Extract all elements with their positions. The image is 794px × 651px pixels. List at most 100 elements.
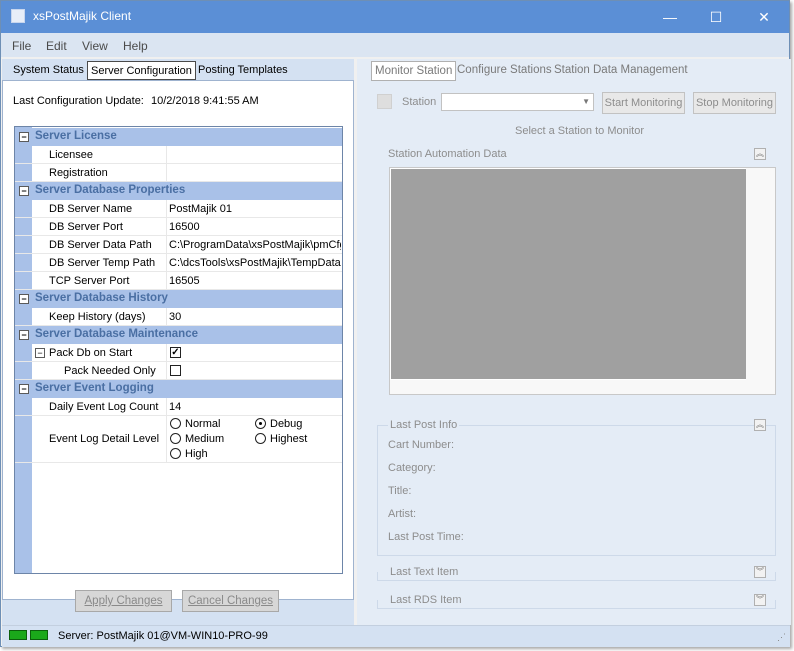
automation-data-area [389, 167, 776, 395]
prop-key: Daily Event Log Count [49, 401, 159, 413]
radio-highest[interactable]: Highest [255, 433, 307, 445]
station-dropdown[interactable]: ▼ [441, 93, 594, 111]
automation-data-view [391, 169, 746, 379]
category-title: Server Database Properties [35, 184, 186, 196]
category-db-properties[interactable]: − Server Database Properties [15, 182, 342, 200]
prop-value[interactable]: 16505 [169, 275, 341, 287]
tab-system-status[interactable]: System Status [10, 61, 87, 80]
prop-value[interactable]: 16500 [169, 221, 341, 233]
select-station-hint: Select a Station to Monitor [515, 125, 645, 137]
prop-row-db-server-name[interactable]: DB Server Name PostMajik 01 [15, 200, 342, 218]
close-button[interactable]: ✕ [741, 1, 787, 33]
title-bar[interactable]: xsPostMajik Client — ☐ ✕ [1, 1, 789, 33]
app-window: xsPostMajik Client — ☐ ✕ File Edit View … [0, 0, 791, 647]
prop-row-tcp-port[interactable]: TCP Server Port 16505 [15, 272, 342, 290]
menu-file[interactable]: File [12, 39, 31, 53]
prop-row-event-count[interactable]: Daily Event Log Count 14 [15, 398, 342, 416]
last-text-title: Last Text Item [388, 566, 461, 578]
prop-row-pack-db[interactable]: − Pack Db on Start ✓ [15, 344, 342, 362]
chevron-down-icon: ▼ [582, 97, 590, 106]
vertical-scrollbar[interactable] [746, 168, 775, 394]
stop-monitoring-button[interactable]: Stop Monitoring [693, 92, 776, 114]
category-db-maintenance[interactable]: − Server Database Maintenance [15, 326, 342, 344]
last-update-label: Last Configuration Update: [13, 95, 144, 107]
pack-db-checkbox[interactable]: ✓ [170, 347, 181, 358]
collapse-icon[interactable]: − [19, 186, 29, 196]
collapse-icon[interactable]: − [19, 132, 29, 142]
prop-key: Event Log Detail Level [49, 433, 160, 445]
prop-key: DB Server Port [49, 221, 123, 233]
property-grid: − Server License Licensee Registration − S… [14, 126, 343, 574]
menu-bar: File Edit View Help [1, 33, 789, 86]
category-label: Category: [388, 462, 436, 474]
category-title: Server License [35, 130, 117, 142]
collapse-icon[interactable]: − [35, 348, 45, 358]
prop-key: Keep History (days) [49, 311, 146, 323]
tab-station-data-management[interactable]: Station Data Management [551, 61, 691, 81]
tab-configure-stations[interactable]: Configure Stations [454, 61, 555, 81]
resize-grip-icon[interactable]: ⋰ [777, 632, 786, 643]
maximize-button[interactable]: ☐ [693, 1, 739, 33]
prop-value[interactable]: PostMajik 01 [169, 203, 341, 215]
tab-monitor-station[interactable]: Monitor Station [371, 61, 457, 81]
minimize-button[interactable]: — [647, 1, 693, 33]
last-post-time-label: Last Post Time: [388, 531, 464, 543]
prop-row-registration[interactable]: Registration [15, 164, 342, 182]
prop-key: Licensee [49, 149, 94, 161]
last-update-value: 10/2/2018 9:41:55 AM [151, 95, 259, 107]
horizontal-scrollbar[interactable] [390, 380, 775, 394]
prop-row-db-data-path[interactable]: DB Server Data Path C:\ProgramData\xsPost… [15, 236, 342, 254]
cart-number-label: Cart Number: [388, 439, 455, 451]
prop-key: Pack Needed Only [64, 365, 156, 377]
title-label: Title: [388, 485, 412, 497]
menu-help[interactable]: Help [123, 39, 148, 53]
category-title: Server Database History [35, 292, 168, 304]
pack-needed-checkbox[interactable] [170, 365, 181, 376]
station-checkbox[interactable] [377, 94, 392, 109]
prop-row-licensee[interactable]: Licensee [15, 146, 342, 164]
prop-key: DB Server Temp Path [49, 257, 156, 269]
station-label: Station [402, 96, 437, 108]
cancel-changes-button[interactable]: Cancel Changes [182, 590, 279, 612]
prop-key: DB Server Name [49, 203, 133, 215]
category-db-history[interactable]: − Server Database History [15, 290, 342, 308]
prop-value[interactable]: C:\dcsTools\xsPostMajik\TempData [169, 257, 341, 269]
expand-down-icon[interactable]: ︾ [754, 594, 766, 606]
app-icon [11, 9, 25, 23]
prop-row-db-temp-path[interactable]: DB Server Temp Path C:\dcsTools\xsPostMaj… [15, 254, 342, 272]
collapse-up-icon[interactable]: ︽ [754, 419, 766, 431]
apply-changes-button[interactable]: Apply Changes [75, 590, 172, 612]
category-title: Server Database Maintenance [35, 328, 198, 340]
prop-value[interactable]: 30 [169, 311, 341, 323]
radio-medium[interactable]: Medium [170, 433, 224, 445]
last-post-title: Last Post Info [388, 419, 460, 431]
left-panel: System Status Server Configuration Posti… [2, 59, 354, 625]
prop-value[interactable]: C:\ProgramData\xsPostMajik\pmCfg [169, 239, 341, 251]
radio-normal[interactable]: Normal [170, 418, 220, 430]
start-monitoring-button[interactable]: Start Monitoring [602, 92, 685, 114]
prop-row-db-server-port[interactable]: DB Server Port 16500 [15, 218, 342, 236]
radio-debug[interactable]: Debug [255, 418, 302, 430]
prop-value[interactable]: 14 [169, 401, 341, 413]
collapse-icon[interactable]: − [19, 330, 29, 340]
prop-row-pack-needed[interactable]: Pack Needed Only [15, 362, 342, 380]
category-event-logging[interactable]: − Server Event Logging [15, 380, 342, 398]
collapse-up-icon[interactable]: ︽ [754, 148, 766, 160]
collapse-icon[interactable]: − [19, 384, 29, 394]
menu-edit[interactable]: Edit [46, 39, 67, 53]
automation-title: Station Automation Data [388, 148, 507, 160]
prop-key: Registration [49, 167, 108, 179]
tab-posting-templates[interactable]: Posting Templates [195, 61, 291, 80]
radio-high[interactable]: High [170, 448, 208, 460]
collapse-icon[interactable]: − [19, 294, 29, 304]
tab-server-configuration[interactable]: Server Configuration [87, 61, 196, 80]
status-bar: Server: PostMajik 01@VM-WIN10-PRO-99 ⋰ [2, 625, 790, 647]
category-title: Server Event Logging [35, 382, 154, 394]
prop-row-keep-history[interactable]: Keep History (days) 30 [15, 308, 342, 326]
expand-down-icon[interactable]: ︾ [754, 566, 766, 578]
last-rds-title: Last RDS Item [388, 594, 464, 606]
server-config-pane: Last Configuration Update: 10/2/2018 9:4… [2, 80, 354, 600]
category-server-license[interactable]: − Server License [15, 128, 342, 146]
artist-label: Artist: [388, 508, 417, 520]
menu-view[interactable]: View [82, 39, 108, 53]
